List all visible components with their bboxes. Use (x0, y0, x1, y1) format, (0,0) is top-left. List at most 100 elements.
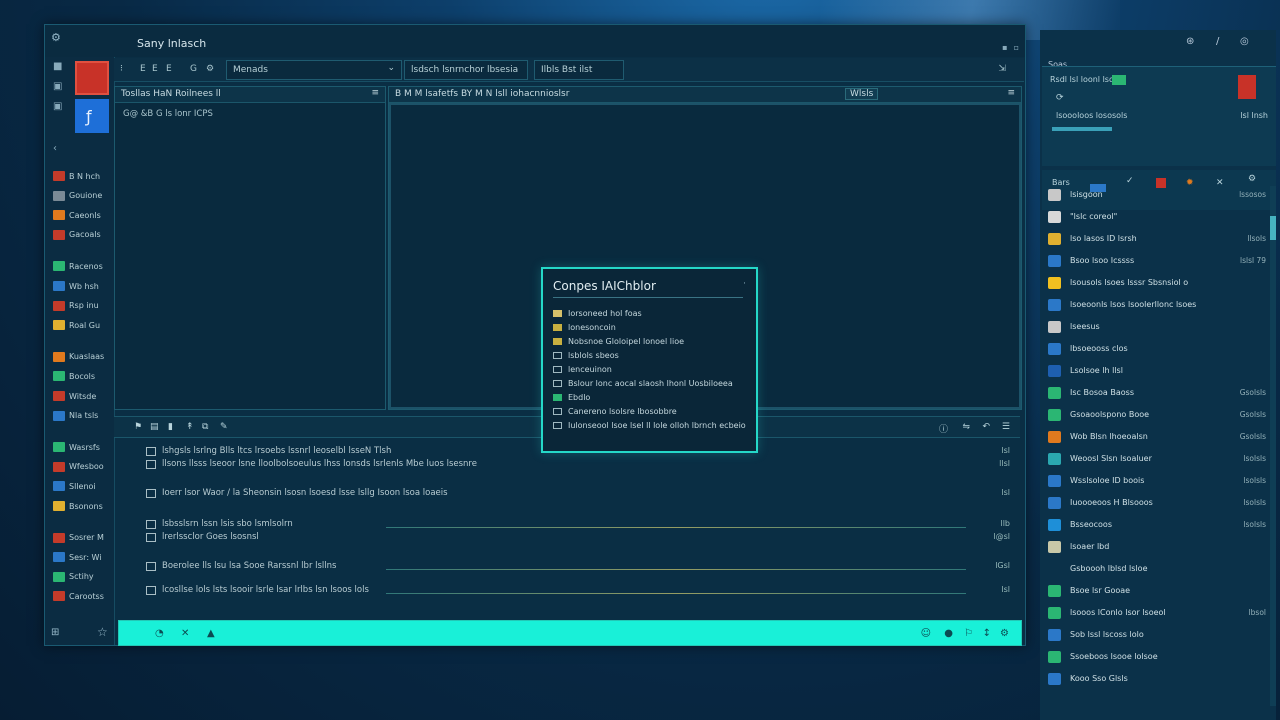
panel-list-item[interactable]: lbsoeooss clos (1048, 342, 1272, 358)
tile-check-icon[interactable]: ✓ (1126, 176, 1134, 186)
sidebar-item[interactable]: Bsonons (53, 501, 115, 511)
toolbar-button-4[interactable]: G (190, 64, 197, 74)
log-row[interactable]: llsons llsss lseoor lsne lloolbolsoeulus… (146, 459, 1018, 473)
sidebar-item[interactable]: Witsde (53, 391, 115, 401)
sidebar-item[interactable]: Nla tsls (53, 410, 115, 421)
edit-icon[interactable]: ✎ (220, 422, 228, 432)
folder-icon[interactable]: ▤ (150, 422, 159, 432)
rail-icon-1[interactable]: ■ (53, 61, 62, 72)
tile-label-1[interactable]: Bars (1052, 178, 1070, 187)
sidebar-item[interactable]: Sctihy (53, 571, 115, 582)
minimize-icon[interactable]: ▪ (1002, 43, 1007, 52)
sidebar-item[interactable]: Gouione (53, 190, 115, 201)
wifi-icon[interactable]: ◔ (155, 628, 164, 639)
tile-settings-icon[interactable]: ⚙ (1248, 174, 1256, 184)
tile-flame-icon[interactable]: ✹ (1186, 178, 1194, 188)
red-app-tile[interactable] (75, 61, 109, 95)
flag-icon[interactable]: ⚐ (964, 628, 973, 639)
maximize-icon[interactable]: ▫ (1014, 43, 1019, 52)
panel-list-item[interactable]: Ssoeboos lsooe lolsoe (1048, 650, 1272, 666)
star-icon[interactable]: ☆ (97, 625, 108, 639)
undo-icon[interactable]: ↶ (982, 422, 990, 432)
toolbar-button-2[interactable]: E (152, 64, 158, 74)
sidebar-item[interactable]: Rsp inu (53, 300, 115, 311)
panel-list-item[interactable]: Isc Bosoa Baoss Gsolsls (1048, 386, 1272, 402)
pane-menu-icon[interactable]: ≡ (1007, 88, 1015, 98)
filter-icon[interactable]: ⚑ (134, 422, 142, 432)
refresh-icon[interactable]: ⟳ (1056, 93, 1064, 103)
dialog-option[interactable]: Iorsoneed hol foas (553, 309, 749, 318)
dialog-option[interactable]: lonesoncoin (553, 323, 749, 332)
checkbox[interactable] (553, 352, 562, 359)
panel-list-item[interactable]: Lsolsoe lh llsl (1048, 364, 1272, 380)
panel-list-item[interactable]: lso lasos ID lsrsh llsols (1048, 232, 1272, 248)
checkbox[interactable] (553, 408, 562, 415)
rail-collapse-icon[interactable]: ‹ (53, 143, 57, 154)
panel-list-item[interactable]: Kooo Sso Glsls (1048, 672, 1272, 688)
toolbar-button-1[interactable]: E (140, 64, 146, 74)
dialog-option[interactable]: Bslour lonc aocal slaosh lhonl Uosbiloee… (553, 379, 749, 388)
sidebar-item[interactable]: Bocols (53, 371, 115, 382)
checkbox[interactable] (553, 324, 562, 331)
rail-icon-2[interactable]: ▣ (53, 81, 62, 92)
panel-list-item[interactable]: Wob Blsn lhoeoalsn Gsolsls (1048, 430, 1272, 446)
bar-icon[interactable]: ↕ (983, 628, 991, 639)
toolbar-field-1[interactable]: Menads ⌄ (226, 60, 402, 80)
log-row[interactable]: lrerlssclor Goes lsosnsl l@sl (146, 532, 1018, 546)
copy-icon[interactable]: ⧉ (202, 422, 208, 432)
toggle-icon[interactable]: ◎ (1240, 36, 1249, 47)
split-icon[interactable]: ⇋ (962, 422, 970, 432)
panel-list-item[interactable]: Bsoe lsr Gooae (1048, 584, 1272, 600)
dialog-option[interactable]: Nobsnoe Gloloipel lonoel lioe (553, 337, 749, 346)
sidebar-item[interactable]: Wfesboo (53, 461, 115, 472)
dialog-option[interactable]: Ebdlo (553, 393, 749, 402)
right-scrollbar[interactable] (1270, 186, 1276, 706)
tile-cross-icon[interactable]: ✕ (1216, 178, 1224, 188)
panel-list-item[interactable]: Iuoooeoos H Blsooos lsolsls (1048, 496, 1272, 512)
panel-list-item[interactable]: Bsoo lsoo Icssss lslsl 79 (1048, 254, 1272, 270)
log-row[interactable]: Boerolee lls lsu lsa Sooe Rarssnl lbr ls… (146, 561, 1018, 575)
panel-list-item[interactable]: lseesus (1048, 320, 1272, 336)
sidebar-item[interactable]: Gacoals (53, 229, 115, 240)
sidebar-item[interactable]: Kuaslaas (53, 351, 115, 362)
rail-icon-3[interactable]: ▣ (53, 101, 62, 112)
bell-icon[interactable]: ● (944, 628, 953, 639)
panel-list-item[interactable]: Gsboooh lblsd lsloe (1048, 562, 1272, 578)
sidebar-item[interactable]: Sesr: Wi (53, 552, 115, 563)
dialog-option[interactable]: Iulonseool lsoe lsel ll lole olloh lbrnc… (553, 421, 749, 430)
panel-list-item[interactable]: Gsoaoolspono Booe Gsolsls (1048, 408, 1272, 424)
dialog-close-icon[interactable]: · (743, 279, 746, 289)
dialog-option[interactable]: lenceuinon (553, 365, 749, 374)
checkbox[interactable] (553, 394, 562, 401)
close-icon[interactable]: ✕ (181, 628, 189, 639)
panel-list-item[interactable]: lsoeoonls lsos lsoolerllonc lsoes (1048, 298, 1272, 314)
sidebar-item[interactable]: Wb hsh (53, 281, 115, 291)
log-row[interactable]: lsbsslsrn lssn lsis sbo lsmlsolrn llb (146, 519, 1018, 533)
save-icon[interactable]: ▮ (168, 422, 173, 432)
info-icon[interactable]: ⓘ (939, 422, 948, 435)
tile-chip-red[interactable] (1156, 178, 1166, 188)
sidebar-item[interactable]: Roal Gu (53, 320, 115, 331)
emoji-icon[interactable]: ☺ (921, 628, 931, 639)
sidebar-item[interactable]: Sosrer M (53, 532, 115, 543)
toolbar-expand-icon[interactable]: ⇲ (998, 64, 1006, 74)
toolbar-back-button[interactable]: ⁝ (120, 64, 123, 74)
list-icon[interactable]: ☰ (1002, 422, 1010, 432)
panel-list-item[interactable]: Weoosl Slsn lsoaluer lsolsls (1048, 452, 1272, 468)
toolbar-field-2[interactable]: lsdsch lsnrnchor lbsesia (404, 60, 528, 80)
grid-icon[interactable]: ⊞ (51, 627, 59, 638)
panel-list-item[interactable]: lsoaer lbd (1048, 540, 1272, 556)
panel-list-item[interactable]: Bsseocoos lsolsls (1048, 518, 1272, 534)
sidebar-item[interactable]: Carootss (53, 591, 115, 602)
dialog-option[interactable]: lsblols sbeos (553, 351, 749, 360)
sidebar-item[interactable]: Wasrsfs (53, 442, 115, 453)
log-row[interactable]: Ioerr lsor Waor / la Sheonsin lsosn lsoe… (146, 488, 1018, 502)
panel-list-item[interactable]: Wsslsoloe ID boois lsolsls (1048, 474, 1272, 490)
main-pane-badge[interactable]: Wlsls (845, 88, 879, 100)
dialog-option[interactable]: Canereno lsolsre lbosobbre (553, 407, 749, 416)
log-row[interactable]: lcosllse lols lsts lsooir lsrle lsar lrl… (146, 585, 1018, 599)
toolbar-settings-icon[interactable]: ⚙ (206, 64, 214, 74)
checkbox[interactable] (553, 422, 562, 429)
blue-app-tile[interactable]: ƒ (75, 99, 109, 133)
sidebar-item[interactable]: Racenos (53, 261, 115, 272)
